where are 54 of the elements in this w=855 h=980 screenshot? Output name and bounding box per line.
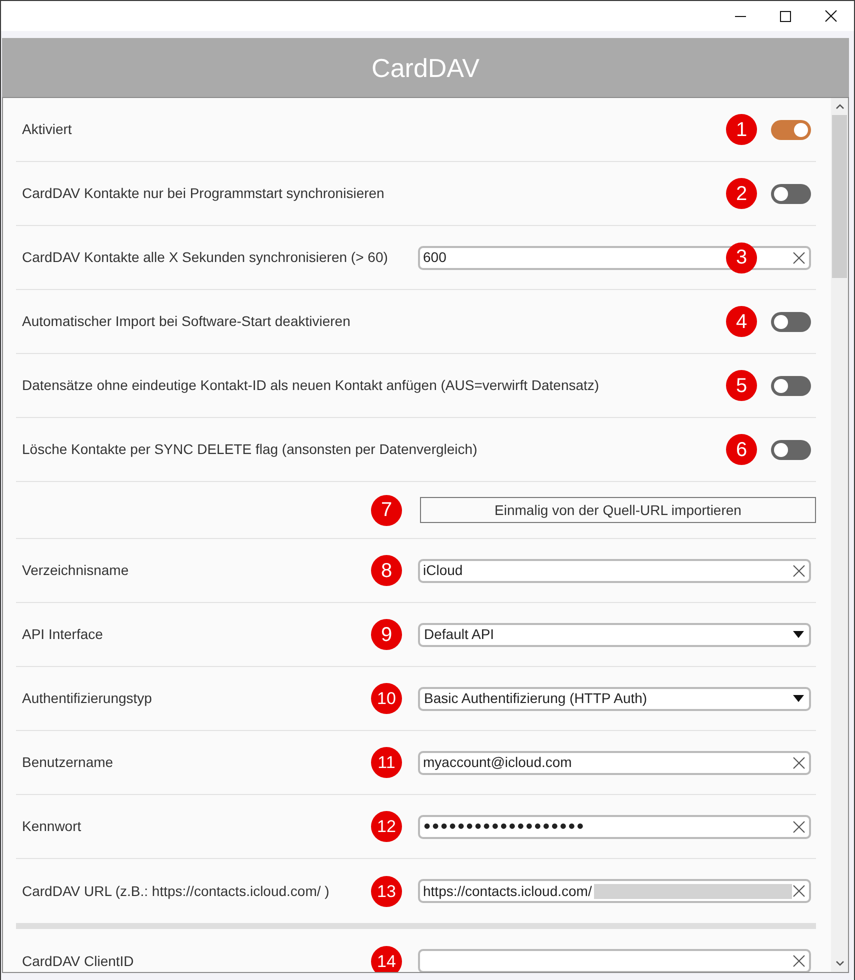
clear-icon[interactable] [793, 564, 805, 576]
callout-number: 11 [371, 747, 402, 778]
scrollbar-thumb[interactable] [832, 115, 847, 278]
callout-number: 10 [371, 683, 402, 714]
toggle-switch[interactable] [771, 376, 811, 396]
setting-label: Automatischer Import bei Software-Start deaktivieren [22, 312, 352, 331]
panel-title: CardDAV [372, 54, 480, 80]
scrollbar[interactable] [831, 98, 848, 972]
clear-icon[interactable] [793, 252, 805, 264]
caret-down-icon[interactable] [793, 695, 804, 702]
dropdown[interactable]: Basic Authentifizierung (HTTP Auth) [418, 686, 811, 710]
toggle-switch[interactable] [771, 120, 811, 140]
clear-icon[interactable] [793, 955, 805, 967]
callout-number: 2 [726, 178, 757, 209]
callout-number: 5 [726, 370, 757, 401]
setting-label: API Interface [22, 625, 104, 644]
callout-number: 12 [371, 811, 402, 842]
setting-label: CardDAV Kontakte nur bei Programmstart synchronisieren [22, 184, 386, 203]
setting-label: Kennwort [22, 817, 82, 836]
setting-label: Aktiviert [22, 120, 73, 139]
callout-number: 7 [371, 494, 402, 526]
callout-number: 8 [371, 555, 402, 586]
clear-icon[interactable] [793, 820, 805, 832]
maximize-icon[interactable] [780, 10, 791, 22]
setting-label: Verzeichnisname [22, 561, 130, 580]
text-field[interactable]: myaccount@icloud.com [418, 750, 811, 774]
setting-label: CardDAV Kontakte alle X Sekunden synchronisieren (> 60) [22, 248, 389, 267]
setting-label: Datensätze ohne eindeutige Kontakt-ID als neuen Kontakt anfügen (AUS=verwirft Datensatz) [22, 376, 600, 395]
text-field[interactable] [418, 949, 811, 972]
toggle-switch[interactable] [771, 312, 811, 332]
clear-icon[interactable] [793, 756, 805, 768]
setting-label: CardDAV URL (z.B.: https://contacts.icloud.com/ ) [22, 882, 330, 901]
callout-number: 9 [371, 619, 402, 650]
close-icon[interactable] [824, 10, 836, 22]
text-field[interactable]: https://contacts.icloud.com/ [418, 879, 811, 903]
scroll-up-icon[interactable] [836, 104, 844, 109]
setting-label: Benutzername [22, 753, 114, 772]
toggle-switch[interactable] [771, 440, 811, 460]
setting-label: Lösche Kontakte per SYNC DELETE flag (ansonsten per Datenvergleich) [22, 440, 478, 459]
setting-label: Authentifizierungstyp [22, 689, 153, 708]
callout-number: 4 [726, 306, 757, 337]
clear-icon[interactable] [793, 885, 805, 897]
callout-number: 1 [726, 114, 757, 145]
callout-number: 6 [726, 434, 757, 465]
callout-number: 13 [371, 876, 402, 906]
toggle-switch[interactable] [771, 184, 811, 204]
text-field[interactable]: iCloud [418, 558, 811, 582]
callout-number: 3 [726, 242, 757, 273]
setting-label: CardDAV ClientID [22, 952, 135, 970]
scroll-down-icon[interactable] [836, 961, 844, 966]
dropdown[interactable]: Default API [418, 622, 811, 646]
callout-number: 14 [371, 946, 402, 972]
caret-down-icon[interactable] [793, 631, 804, 638]
import-button[interactable]: Einmalig von der Quell-URL importieren [420, 497, 816, 523]
